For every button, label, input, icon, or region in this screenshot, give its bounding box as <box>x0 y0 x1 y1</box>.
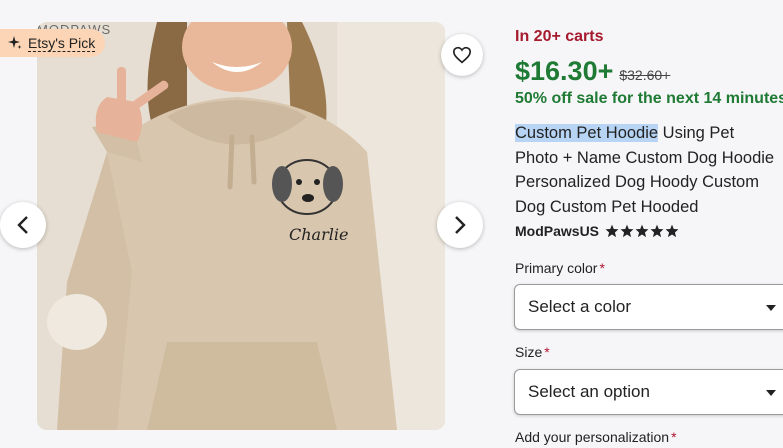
rating-stars <box>605 224 679 238</box>
title-line-2: Photo + Name Custom Dog Hoodie <box>515 148 775 167</box>
required-mark: * <box>544 344 550 360</box>
personalization-label-text: Add your personalization <box>515 429 670 445</box>
seller-link[interactable]: ModPawsUS <box>515 223 599 239</box>
title-highlight: Custom Pet Hoodie <box>515 124 659 142</box>
size-label: Size * <box>515 344 550 360</box>
product-title: Custom Pet Hoodie Using Pet Photo + Name… <box>515 121 783 219</box>
primary-color-value: Select a color <box>528 297 631 316</box>
star-icon <box>635 224 649 238</box>
primary-color-label-text: Primary color <box>515 260 598 276</box>
star-icon <box>605 224 619 238</box>
sparkle-icon <box>8 36 22 49</box>
shirt-name-text: Charlie <box>289 225 348 244</box>
personalization-label: Add your personalization * <box>515 429 677 445</box>
title-line-1-rest: Using Pet <box>658 124 735 142</box>
title-line-3: Personalized Dog Hoody Custom <box>515 173 759 191</box>
in-carts-notice: In 20+ carts <box>515 28 604 45</box>
heart-icon <box>452 46 472 64</box>
chevron-down-icon <box>766 305 776 311</box>
star-icon <box>665 224 679 238</box>
star-icon <box>650 224 664 238</box>
seller-row: ModPawsUS <box>515 223 679 239</box>
size-value: Select an option <box>528 382 650 401</box>
primary-color-select[interactable]: Select a color <box>514 284 783 330</box>
next-image-button[interactable] <box>437 202 483 248</box>
size-select[interactable]: Select an option <box>514 369 783 415</box>
etsys-pick-badge[interactable]: Etsy's Pick <box>0 29 106 57</box>
chevron-down-icon <box>766 390 776 396</box>
hoodie-photo: Charlie <box>37 22 445 430</box>
sale-notice: 50% off sale for the next 14 minutes <box>515 90 783 107</box>
etsys-pick-label: Etsy's Pick <box>28 34 96 52</box>
chevron-right-icon <box>455 216 466 234</box>
favorite-button[interactable] <box>441 34 483 76</box>
previous-image-button[interactable] <box>0 202 46 248</box>
chevron-left-icon <box>17 216 28 234</box>
size-label-text: Size <box>515 344 543 360</box>
price-row: $16.30+ $32.60+ <box>515 56 670 87</box>
required-mark: * <box>599 260 605 276</box>
product-image[interactable]: Charlie MODPAWS <box>37 22 445 430</box>
current-price: $16.30+ <box>515 56 614 86</box>
title-line-4: Dog Custom Pet Hooded <box>515 197 699 216</box>
primary-color-label: Primary color * <box>515 260 605 276</box>
original-price: $32.60+ <box>619 67 671 83</box>
required-mark: * <box>671 429 677 445</box>
star-icon <box>620 224 634 238</box>
